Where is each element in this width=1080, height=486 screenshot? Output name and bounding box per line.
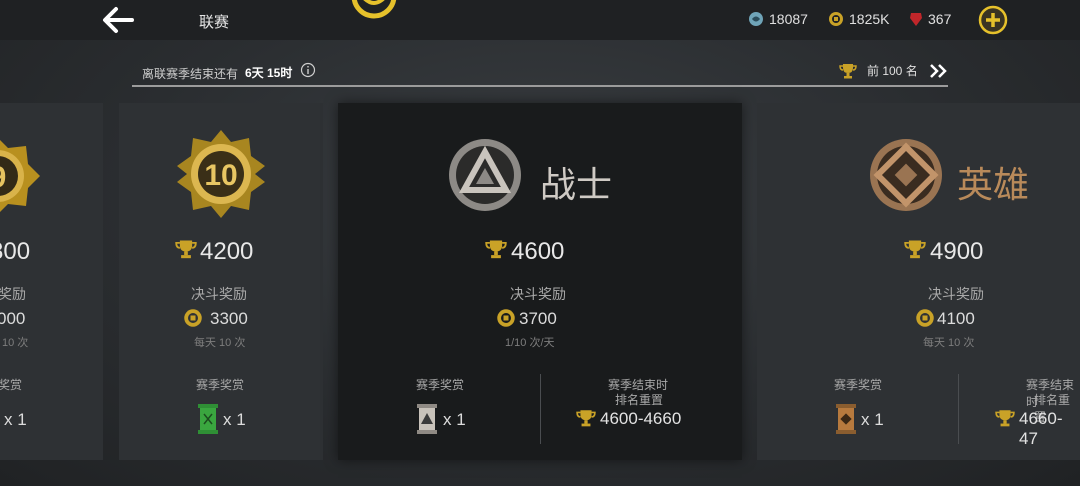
rank-9-score: 800: [0, 238, 31, 265]
warrior-triangle-badge-icon: [449, 139, 521, 211]
rank-card-hero[interactable]: 英雄 4900 决斗奖励 4100 每天 10 次 赛季奖赏 x 1 赛季结束时…: [757, 103, 1080, 460]
warrior-season-label: 赛季奖赏: [416, 378, 465, 392]
season-info-bar: 离联赛季结束还有 6天 15时 前 100 名: [132, 57, 948, 87]
currency-gold: 1825K: [828, 11, 889, 27]
currency-rubies-value: 367: [928, 11, 952, 27]
green-scroll-icon: [198, 404, 218, 434]
rank-10-coins: 3300: [210, 309, 248, 328]
hero-multiplier: x 1: [861, 410, 884, 429]
top-100-link[interactable]: 前 100 名: [839, 62, 918, 79]
card-divider: [958, 374, 959, 444]
warrior-reset-range: 4600-4660: [600, 409, 682, 428]
gold-coin-icon: [497, 309, 515, 327]
rank-9-badge-icon: 9: [0, 140, 40, 212]
gold-coin-icon: [829, 12, 843, 26]
warrior-duel-label: 决斗奖励: [510, 286, 566, 302]
trophy-icon: [485, 240, 507, 259]
hero-duel-label: 决斗奖励: [928, 286, 984, 302]
currency-gems: 18087: [748, 11, 808, 27]
add-currency-plus-icon[interactable]: [978, 5, 1008, 35]
rank-9-coins: 000: [0, 309, 26, 328]
double-chevron-right-icon[interactable]: [929, 63, 949, 79]
rank-9-season-label: 奖赏: [0, 378, 23, 392]
warrior-daily: 1/10 次/天: [505, 337, 555, 349]
rank-10-number: 10: [204, 159, 237, 192]
warrior-score: 4600: [511, 238, 565, 265]
rank-9-multiplier: x 1: [4, 410, 27, 429]
hero-coins: 4100: [937, 309, 975, 328]
trophy-icon: [904, 240, 926, 259]
rank-10-duel-label: 决斗奖励: [191, 286, 247, 302]
trophy-icon: [576, 410, 596, 427]
currency-gems-value: 18087: [769, 11, 808, 27]
rank-10-season-label: 赛季奖赏: [196, 378, 245, 392]
season-time-left: 6天 15时: [245, 66, 293, 80]
season-ends-label: 离联赛季结束还有: [142, 67, 239, 81]
bronze-scroll-icon: [836, 404, 856, 434]
warrior-coins: 3700: [519, 309, 557, 328]
red-gem-icon: [910, 13, 922, 26]
rank-10-score: 4200: [200, 238, 254, 265]
currency-gold-value: 1825K: [849, 11, 890, 27]
page-title: 联赛: [199, 14, 230, 31]
trophy-icon: [839, 63, 857, 78]
warrior-reset-label: 排名重置: [615, 393, 664, 407]
rank-10-multiplier: x 1: [223, 410, 246, 429]
rank-10-daily: 每天 10 次: [194, 337, 246, 349]
currency-rubies: 367: [909, 11, 951, 27]
rank-card-10[interactable]: 10 4200 决斗奖励 3300 每天 10 次 赛季奖赏 x 1: [119, 103, 323, 460]
rank-card-warrior[interactable]: 战士 4600 决斗奖励 3700 1/10 次/天 赛季奖赏 x 1 赛季结束…: [338, 103, 742, 460]
hero-season-label: 赛季奖赏: [834, 378, 883, 392]
hero-diamond-badge-icon: [870, 139, 942, 211]
rank-10-badge-icon: 10: [177, 130, 265, 218]
top-100-label: 前 100 名: [867, 64, 918, 78]
card-divider: [540, 374, 541, 444]
rank-emblem-icon: [351, 0, 397, 19]
trophy-icon: [175, 240, 197, 259]
rank-9-daily: 10 次: [2, 337, 29, 349]
rank-card-9[interactable]: 9 800 奖励 000 10 次 奖赏 x 1: [0, 103, 103, 460]
back-arrow-icon[interactable]: [98, 4, 138, 36]
gold-coin-icon: [916, 309, 934, 327]
info-icon[interactable]: [300, 62, 316, 78]
rank-9-duel-label: 奖励: [0, 286, 26, 302]
gem-blue-icon: [749, 12, 763, 26]
hero-daily: 每天 10 次: [923, 337, 975, 349]
hero-rank-name: 英雄: [957, 164, 1030, 205]
trophy-icon: [995, 410, 1015, 427]
gold-coin-icon: [184, 309, 202, 327]
warrior-rank-name: 战士: [540, 164, 613, 205]
hero-reset-range: 4660-47: [1019, 409, 1063, 448]
hero-score: 4900: [930, 238, 984, 265]
warrior-multiplier: x 1: [443, 410, 466, 429]
silver-scroll-icon: [417, 404, 437, 434]
rank-9-number: 9: [0, 161, 6, 194]
